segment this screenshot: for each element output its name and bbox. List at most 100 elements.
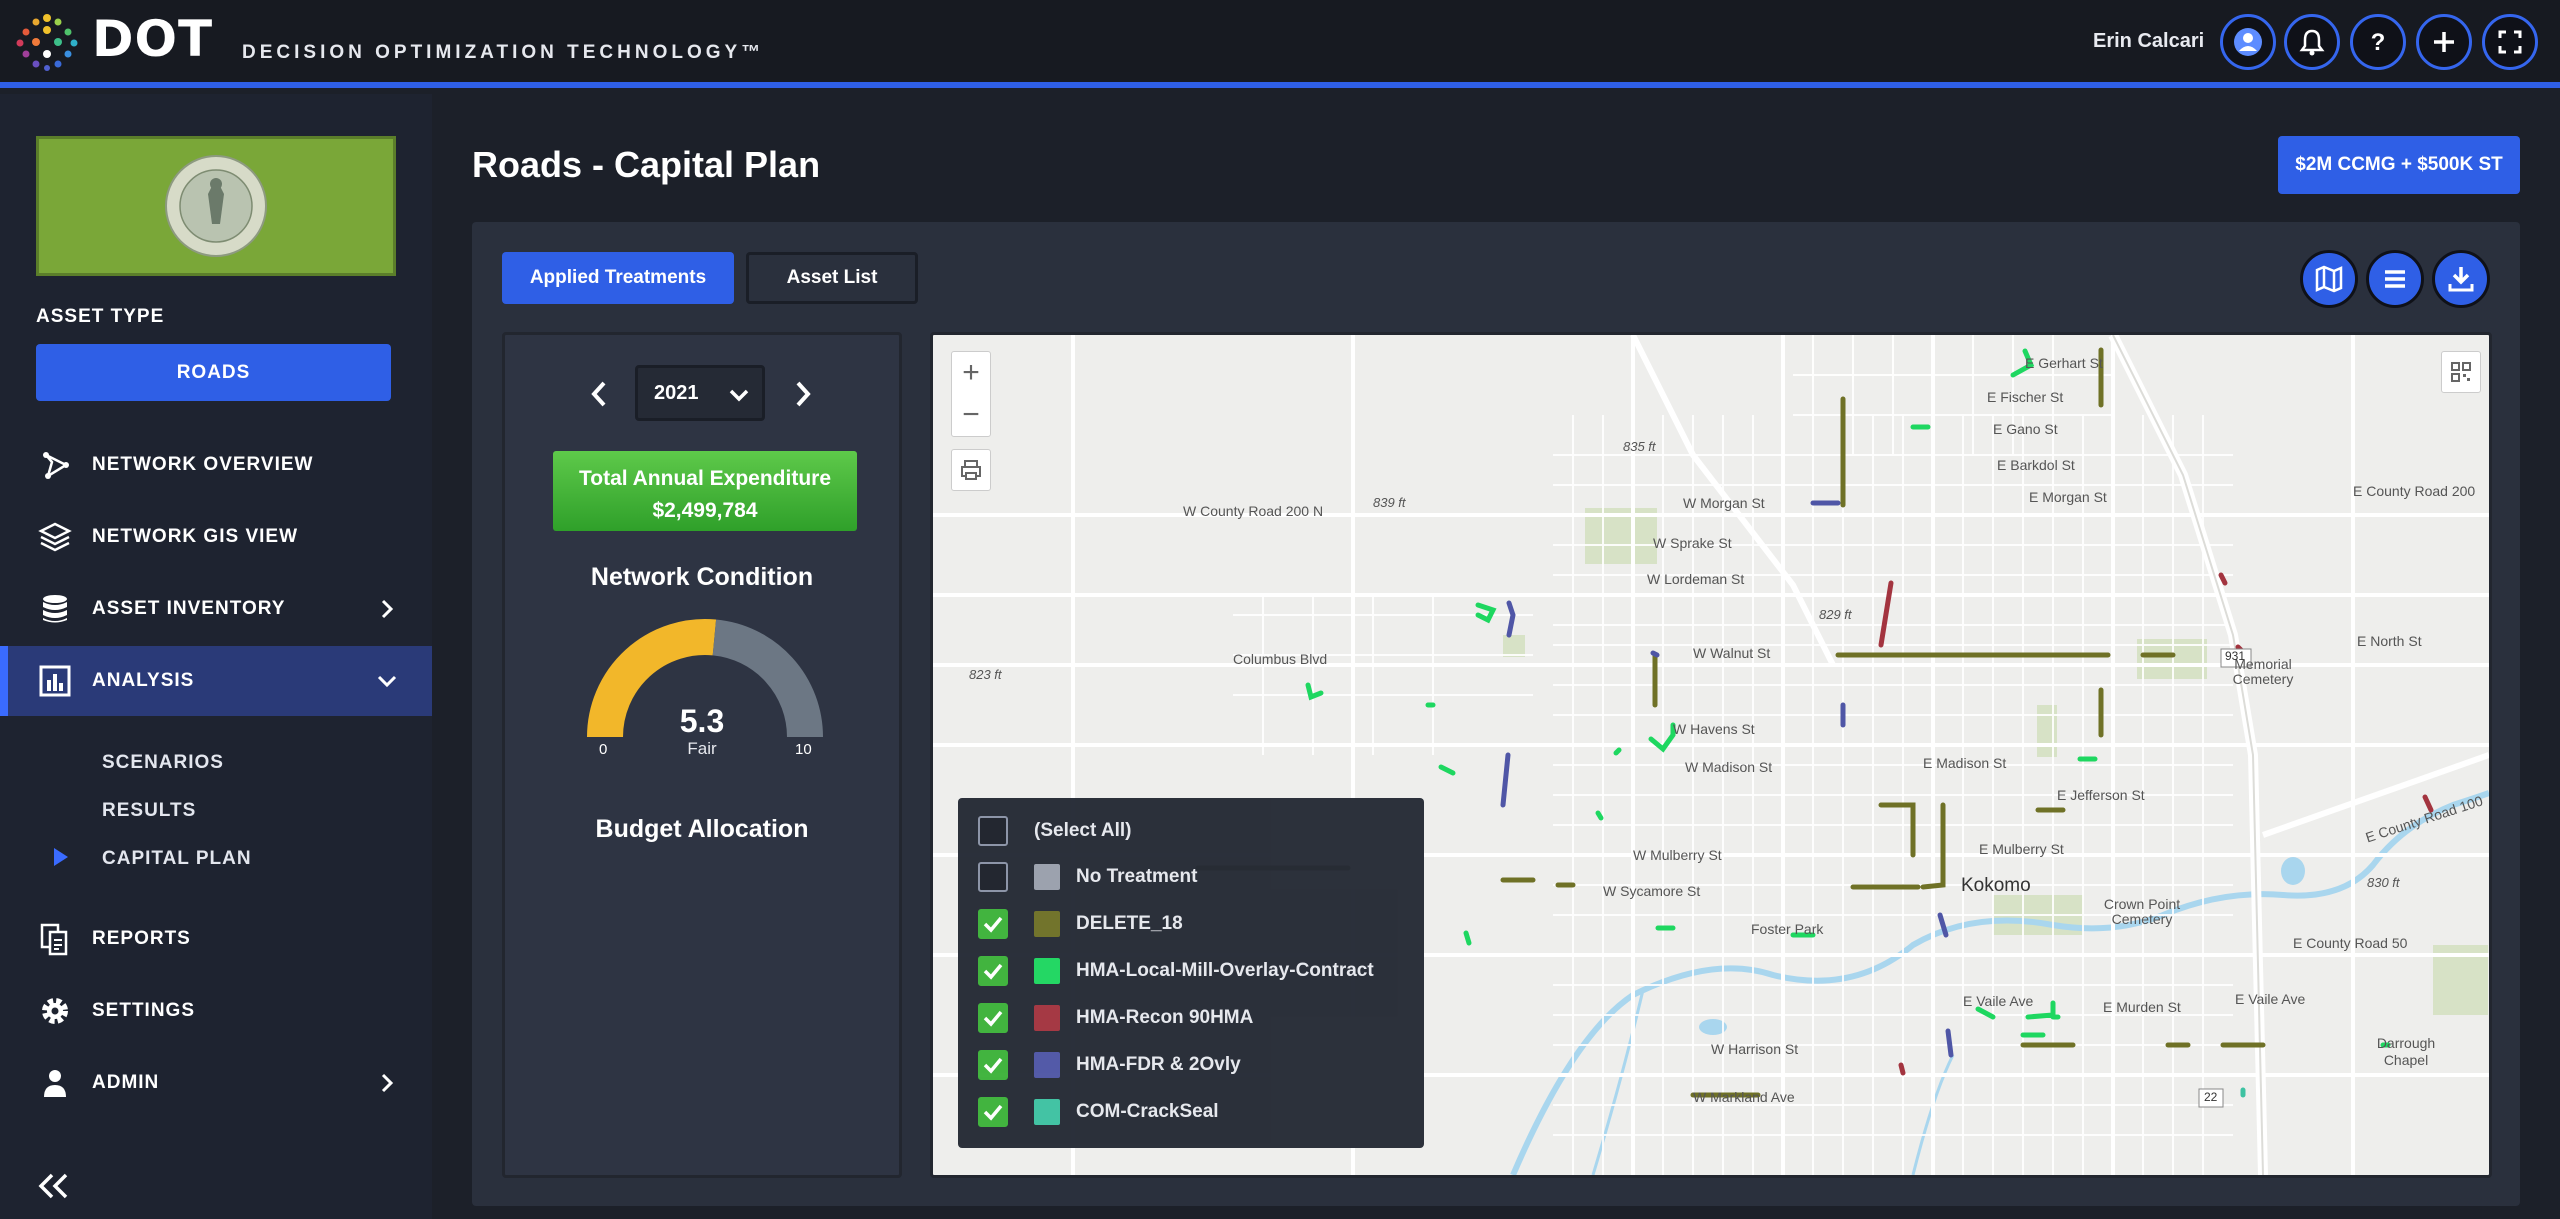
gauge-label: Fair	[687, 739, 717, 758]
map-label-madison-w: W Madison St	[1685, 759, 1773, 775]
legend-checkbox[interactable]	[978, 816, 1008, 846]
map-label-columbus: Columbus Blvd	[1233, 651, 1328, 667]
legend-row[interactable]: HMA-Recon 90HMA	[958, 995, 1424, 1041]
legend-row[interactable]: DELETE_18	[958, 901, 1424, 947]
printer-icon	[961, 460, 981, 480]
map-label-fischer: E Fischer St	[1987, 389, 2064, 405]
check-icon	[983, 916, 1003, 933]
svg-text:?: ?	[2371, 29, 2386, 56]
nav-asset-inventory[interactable]: ASSET INVENTORY	[0, 578, 432, 640]
add-button[interactable]	[2416, 14, 2472, 70]
expenditure-title: Total Annual Expenditure	[578, 467, 831, 490]
network-icon	[43, 452, 69, 479]
city-seal-logo	[36, 136, 396, 276]
map-label-havens: W Havens St	[1673, 721, 1755, 737]
map-label-county200e: E County Road 200	[2353, 483, 2476, 499]
map-route-931: 931	[2225, 649, 2246, 663]
map-label-county200n: W County Road 200 N	[1183, 503, 1324, 519]
map-print-button[interactable]	[951, 449, 991, 491]
map-label-crown-point: Crown Point Cemetery	[2103, 896, 2181, 927]
check-icon	[983, 1104, 1003, 1121]
legend-row-select-all[interactable]: (Select All)	[958, 808, 1424, 854]
nav-label: SETTINGS	[92, 1000, 196, 1021]
year-select[interactable]: 2021	[635, 365, 765, 421]
gauge-value: 5.3	[679, 703, 725, 739]
zoom-out-button[interactable]: −	[952, 394, 990, 436]
nav-network-gis-view[interactable]: NETWORK GIS VIEW	[0, 506, 432, 568]
capital-plan-panel: Applied Treatments Asset List 2021 Total…	[472, 222, 2520, 1206]
user-name[interactable]: Erin Calcari	[2093, 30, 2204, 53]
summary-card: 2021 Total Annual Expenditure $2,499,784…	[502, 332, 902, 1178]
map-view-button[interactable]	[2300, 250, 2358, 308]
legend-checkbox[interactable]	[978, 1003, 1008, 1033]
chevron-right-icon	[381, 599, 394, 619]
legend-checkbox[interactable]	[978, 862, 1008, 892]
map-label-markland: W Markland Ave	[1693, 1089, 1795, 1105]
check-icon	[983, 963, 1003, 980]
nav-settings[interactable]: SETTINGS	[0, 980, 432, 1042]
user-profile-button[interactable]	[2220, 14, 2276, 70]
help-icon: ?	[2371, 29, 2386, 56]
map-label-sycamore: W Sycamore St	[1603, 883, 1701, 899]
legend-swatch	[1034, 864, 1060, 890]
nav-admin[interactable]: ADMIN	[0, 1052, 432, 1114]
map-elevation-839: 839 ft	[1373, 495, 1406, 510]
map-elevation-835: 835 ft	[1623, 439, 1656, 454]
scenario-selector-button[interactable]: $2M CCMG + $500K ST	[2278, 136, 2520, 194]
nav-analysis[interactable]: ANALYSIS	[0, 646, 432, 716]
legend-label: No Treatment	[1076, 866, 1198, 887]
treatment-legend: (Select All) No Treatment DELETE_18 HMA-Lo…	[958, 798, 1424, 1148]
legend-row[interactable]: COM-CrackSeal	[958, 1089, 1424, 1135]
legend-checkbox[interactable]	[978, 1097, 1008, 1127]
legend-swatch	[1034, 1005, 1060, 1031]
year-value: 2021	[654, 381, 699, 404]
legend-swatch	[1034, 911, 1060, 937]
legend-swatch	[1034, 958, 1060, 984]
next-year-icon[interactable]	[787, 379, 817, 409]
check-icon	[983, 1010, 1003, 1027]
person-icon	[44, 1070, 66, 1097]
nav-network-overview[interactable]: NETWORK OVERVIEW	[0, 434, 432, 496]
sub-nav-capital-plan[interactable]: CAPITAL PLAN	[102, 848, 252, 870]
plus-icon	[2434, 32, 2454, 52]
map-label-darrough: Darrough Chapel	[2376, 1035, 2436, 1068]
database-icon	[43, 595, 67, 623]
gauge-max: 10	[795, 741, 812, 758]
sub-nav-scenarios[interactable]: SCENARIOS	[102, 752, 224, 774]
list-view-button[interactable]	[2366, 250, 2424, 308]
legend-checkbox[interactable]	[978, 956, 1008, 986]
map-label-mulberry-e: E Mulberry St	[1979, 841, 2064, 857]
map-elevation-829: 829 ft	[1819, 607, 1852, 622]
user-icon	[2234, 28, 2262, 56]
map-label-mulberry-w: W Mulberry St	[1633, 847, 1722, 863]
map-label-gano: E Gano St	[1993, 421, 2058, 437]
collapse-sidebar-icon[interactable]	[36, 1171, 70, 1201]
download-button[interactable]	[2432, 250, 2490, 308]
sub-nav-results[interactable]: RESULTS	[102, 800, 196, 822]
tab-asset-list[interactable]: Asset List	[746, 252, 918, 304]
legend-row[interactable]: HMA-Local-Mill-Overlay-Contract	[958, 948, 1424, 994]
map-label-morgan-w: W Morgan St	[1683, 495, 1765, 511]
legend-row[interactable]: No Treatment	[958, 854, 1424, 900]
fullscreen-button[interactable]	[2482, 14, 2538, 70]
legend-row[interactable]: HMA-FDR & 2Ovly	[958, 1042, 1424, 1088]
tab-applied-treatments[interactable]: Applied Treatments	[502, 252, 734, 304]
brand-tagline: DECISION OPTIMIZATION TECHNOLOGY™	[242, 42, 765, 63]
previous-year-icon[interactable]	[585, 379, 615, 409]
map-label-harrison: W Harrison St	[1711, 1041, 1799, 1057]
list-icon	[2385, 270, 2405, 288]
legend-checkbox[interactable]	[978, 1050, 1008, 1080]
zoom-in-button[interactable]: +	[952, 352, 990, 394]
legend-label: DELETE_18	[1076, 913, 1183, 934]
help-button[interactable]: ?	[2350, 14, 2406, 70]
notifications-button[interactable]	[2284, 14, 2340, 70]
nav-reports[interactable]: REPORTS	[0, 908, 432, 970]
nav-label: ASSET INVENTORY	[92, 598, 286, 619]
legend-checkbox[interactable]	[978, 909, 1008, 939]
legend-label: COM-CrackSeal	[1076, 1101, 1219, 1122]
map-label-vaile: E Vaile Ave	[1963, 993, 2034, 1009]
map-qr-button[interactable]	[2441, 351, 2481, 393]
asset-type-roads-button[interactable]: ROADS	[36, 344, 391, 401]
chart-icon	[39, 665, 71, 697]
map-label-morgan-e: E Morgan St	[2029, 489, 2107, 505]
